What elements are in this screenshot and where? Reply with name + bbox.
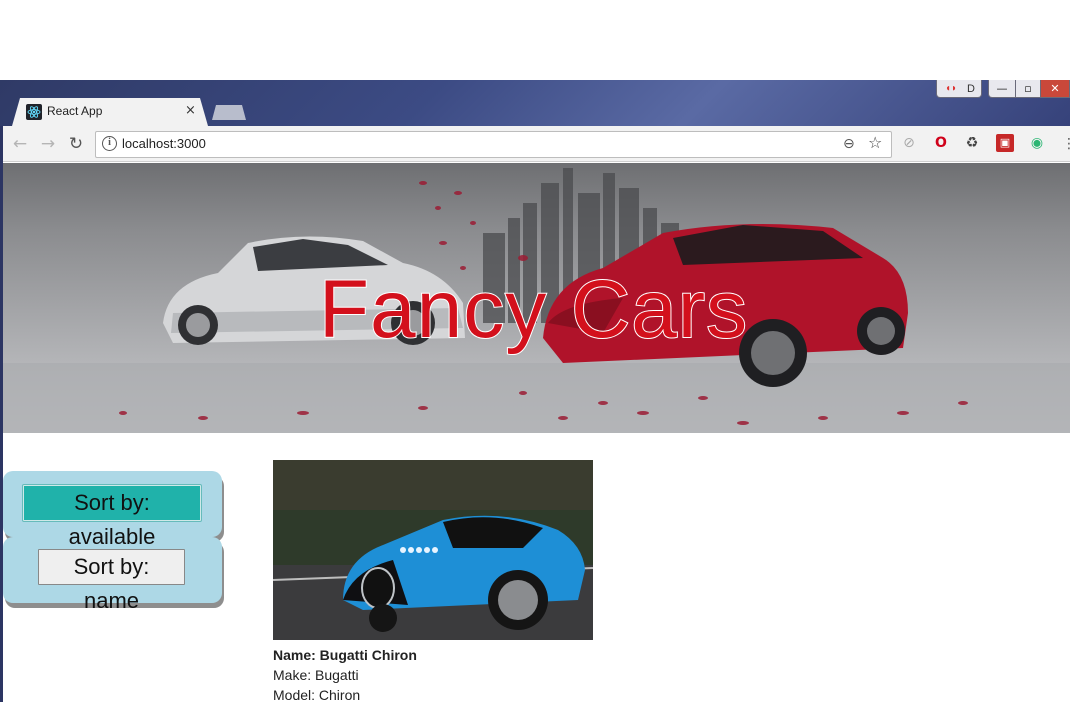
profile-label: D: [967, 83, 975, 95]
car-model: Model: Chiron: [273, 687, 361, 703]
recycle-extension-icon[interactable]: ♻: [963, 134, 981, 152]
url-text[interactable]: localhost:3000: [122, 136, 206, 151]
profile-button[interactable]: ◖◗ D: [936, 80, 982, 98]
tab-close-icon[interactable]: ×: [185, 102, 196, 120]
bugatti-chiron-image: [273, 460, 593, 640]
minimize-button[interactable]: —: [988, 80, 1016, 98]
sort-by-available-button[interactable]: Sort by: available: [23, 485, 201, 549]
maximize-button[interactable]: ▫: [1015, 80, 1041, 98]
reload-icon[interactable]: ↻: [66, 134, 86, 154]
menu-icon[interactable]: ⋮: [1062, 134, 1070, 154]
car-make: Make: Bugatti: [273, 667, 359, 683]
new-tab-button[interactable]: [212, 105, 246, 120]
window-controls: — ▫ ✕: [988, 80, 1070, 98]
address-bar[interactable]: [95, 131, 892, 158]
zoom-icon[interactable]: ⊖: [843, 134, 855, 154]
profile-icon: ◖◗: [945, 83, 958, 94]
desktop-blank-area: [0, 0, 1070, 80]
car-image: [273, 460, 593, 640]
forward-arrow-icon[interactable]: →: [38, 134, 58, 154]
green-extension-icon[interactable]: ◉: [1028, 134, 1046, 152]
puzzle-extension-icon[interactable]: ▣: [996, 134, 1014, 152]
opera-extension-icon[interactable]: O: [932, 134, 950, 152]
block-extension-icon[interactable]: ⊘: [900, 134, 918, 152]
back-arrow-icon[interactable]: ←: [10, 134, 30, 154]
star-icon[interactable]: ☆: [868, 133, 882, 153]
react-logo-icon: [26, 104, 42, 120]
close-window-button[interactable]: ✕: [1040, 80, 1070, 98]
sort-panel: Sort by: available Sort by: name: [3, 471, 222, 613]
page-title: Fancy Cars: [318, 263, 749, 356]
info-icon[interactable]: i: [102, 136, 117, 151]
hero-banner: Fancy Cars: [3, 163, 1070, 433]
car-name: Name: Bugatti Chiron: [273, 647, 417, 663]
sort-by-name-button[interactable]: Sort by: name: [38, 549, 185, 613]
tab-title: React App: [47, 104, 103, 118]
